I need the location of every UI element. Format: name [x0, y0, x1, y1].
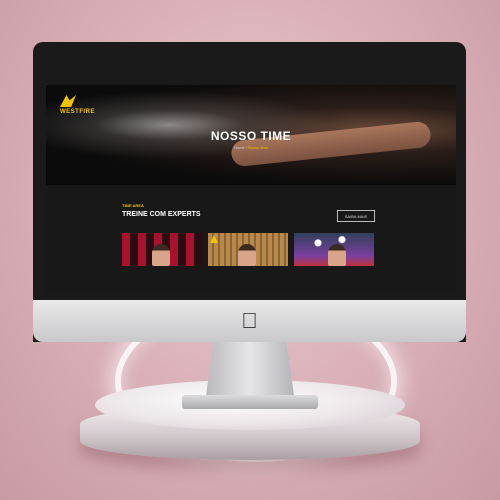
monitor-chin: 	[33, 300, 466, 342]
brand-logo-text: WESTFIRE	[60, 109, 95, 115]
brand-logo[interactable]: WESTFIRE	[60, 95, 95, 115]
monitor-stand-foot	[182, 395, 318, 409]
saiba-mais-button[interactable]: SAIBA MAIS	[337, 210, 375, 222]
trainer-photo	[152, 244, 170, 266]
website-screen: WESTFIRE NOSSO TIME Home / Nosso time TI…	[46, 85, 456, 293]
breadcrumb-home[interactable]: Home	[234, 145, 245, 150]
breadcrumb: Home / Nosso time	[46, 145, 456, 150]
apple-logo-icon: 	[241, 308, 258, 334]
trainer-photo	[238, 244, 256, 266]
hero-arm-image	[230, 120, 432, 168]
hero-banner: WESTFIRE NOSSO TIME Home / Nosso time	[46, 85, 456, 185]
page-title: NOSSO TIME	[210, 129, 292, 143]
trainer-photo	[328, 244, 346, 266]
brand-logo-icon	[60, 95, 76, 107]
brand-badge-icon	[210, 235, 218, 243]
breadcrumb-current: Nosso time	[248, 145, 269, 150]
breadcrumb-separator: /	[245, 145, 247, 150]
team-cards	[122, 233, 374, 266]
team-card[interactable]	[294, 233, 374, 266]
monitor-stand-neck	[205, 340, 295, 402]
team-card[interactable]	[122, 233, 202, 266]
section-tag: TIME AREA	[122, 203, 144, 208]
section-title: TREINE COM EXPERTS	[122, 211, 201, 218]
team-card[interactable]	[208, 233, 288, 266]
